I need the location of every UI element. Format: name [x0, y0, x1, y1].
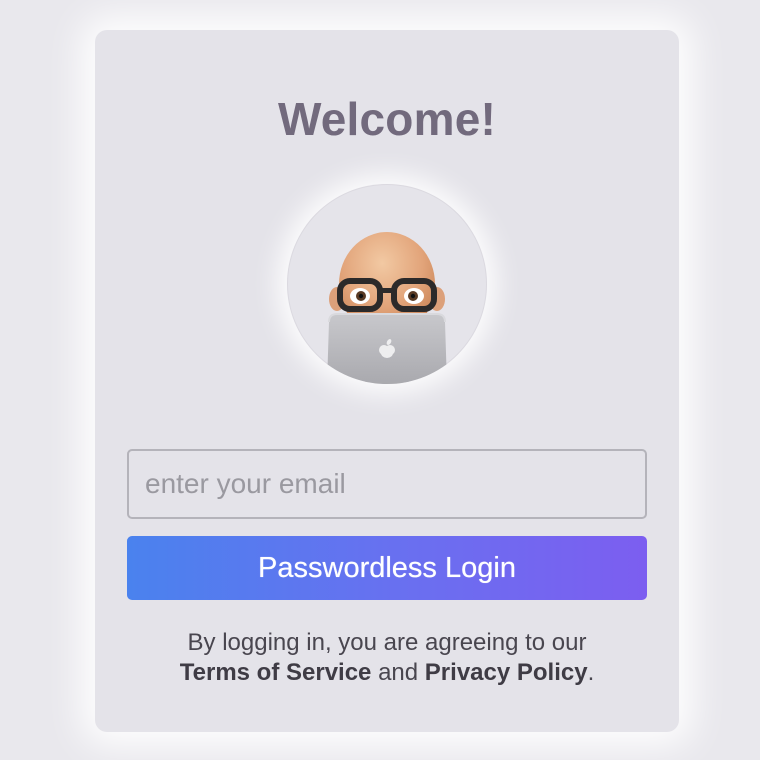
memoji-laptop-avatar-icon — [327, 232, 447, 384]
passwordless-login-button[interactable]: Passwordless Login — [127, 536, 647, 600]
terms-suffix-text: . — [587, 659, 595, 686]
terms-prefix-text: By logging in, you are agreeing to our — [187, 629, 587, 656]
login-card: Welcome! enter your email Passwordless L… — [95, 30, 679, 732]
avatar — [287, 184, 487, 384]
terms-of-service-link[interactable]: Terms of Service — [180, 659, 372, 686]
welcome-title: Welcome! — [277, 93, 497, 145]
terms-conjunction-text: and — [378, 659, 419, 686]
privacy-policy-link[interactable]: Privacy Policy — [425, 659, 588, 686]
terms-notice: By logging in, you are agreeing to our T… — [95, 628, 679, 688]
email-input[interactable] — [127, 449, 647, 519]
